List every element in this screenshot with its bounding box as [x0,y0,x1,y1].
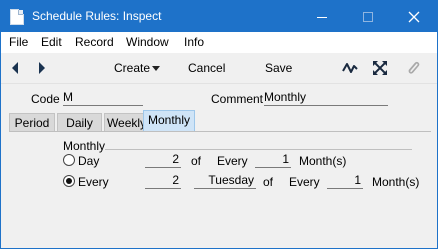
close-button[interactable] [391,1,437,32]
toolbar: Create Cancel Save [1,53,437,84]
maximize-icon [363,12,373,23]
every-of-label: of [263,175,274,189]
every-radio[interactable] [63,175,75,187]
day-of-label: of [191,154,202,168]
save-button[interactable]: Save [265,61,292,75]
monthly-group-label: Monthly [63,139,106,153]
zigzag-icon[interactable] [341,59,359,77]
day-months-label: Month(s) [299,154,347,168]
tab-bar: Period Daily Weekly Monthly [9,110,431,132]
every-months-label: Month(s) [372,175,420,189]
menu-file[interactable]: File [9,35,28,49]
day-every-label: Every [217,154,248,168]
tab-period[interactable]: Period [9,113,55,132]
maximize-button[interactable] [345,1,391,32]
minimize-button[interactable] [299,1,345,32]
day-months-field[interactable]: 1 [255,153,291,168]
every-every-label: Every [289,175,320,189]
schedule-rules-window: Schedule Rules: Inspect File Edit Record… [0,0,438,249]
day-radio-label[interactable]: Day [78,154,99,168]
tab-monthly[interactable]: Monthly [143,110,195,132]
code-field[interactable]: M [63,91,143,106]
menu-edit[interactable]: Edit [41,35,62,49]
paperclip-icon[interactable] [404,59,422,77]
menu-bar: File Edit Record Window Info [1,32,437,53]
every-months-field[interactable]: 1 [327,174,363,189]
every-radio-label[interactable]: Every [78,175,109,189]
weekday-field[interactable]: Tuesday [194,174,256,189]
menu-window[interactable]: Window [126,35,169,49]
tab-panel-border [9,131,431,132]
menu-record[interactable]: Record [75,35,114,49]
window-title: Schedule Rules: Inspect [32,9,162,23]
comment-field[interactable]: Monthly [264,91,388,106]
tab-daily[interactable]: Daily [57,113,102,132]
expand-arrows-icon[interactable] [371,59,389,77]
cancel-button[interactable]: Cancel [188,61,225,75]
chevron-left-icon[interactable] [10,61,20,75]
every-nth-field[interactable]: 2 [145,174,181,189]
minimize-icon [317,16,327,18]
radio-selected-dot [66,178,72,184]
close-icon [408,11,420,23]
code-label: Code [31,92,60,106]
comment-label: Comment [211,92,264,106]
chevron-down-icon[interactable] [152,66,160,71]
day-radio[interactable] [63,154,75,166]
chevron-right-icon[interactable] [37,61,47,75]
title-bar[interactable]: Schedule Rules: Inspect [1,1,437,32]
day-number-field[interactable]: 2 [145,153,181,168]
document-icon [10,9,24,25]
group-divider [105,149,412,150]
create-button[interactable]: Create [114,61,150,75]
menu-info[interactable]: Info [184,35,204,49]
